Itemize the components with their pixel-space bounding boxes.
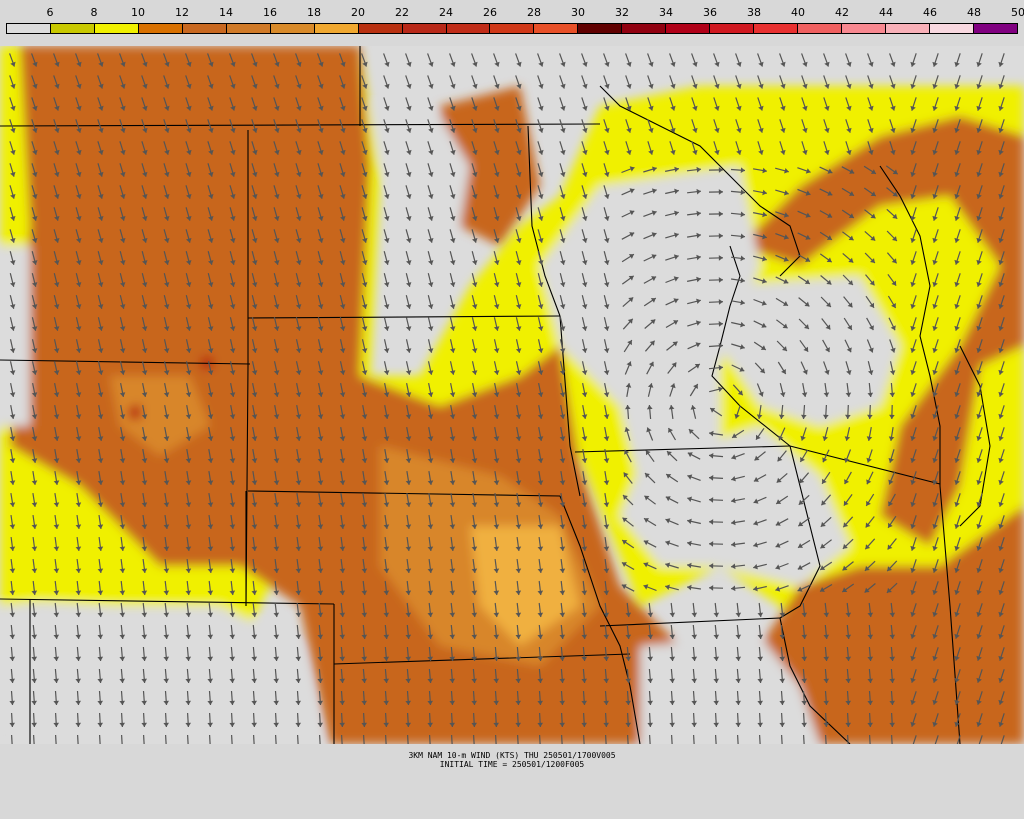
- legend-label: 30: [571, 6, 585, 19]
- legend-label: 48: [967, 6, 981, 19]
- legend-label: 50: [1011, 6, 1024, 19]
- legend-label: 12: [175, 6, 189, 19]
- legend-swatch: [534, 24, 579, 33]
- legend-swatch: [270, 24, 315, 33]
- legend-swatch: [710, 24, 755, 33]
- legend-swatch: [798, 24, 843, 33]
- legend-swatch: [973, 24, 1017, 33]
- legend-label: 38: [747, 6, 761, 19]
- legend-label: 26: [483, 6, 497, 19]
- legend-swatch: [490, 24, 535, 33]
- legend-label: 6: [46, 6, 54, 19]
- legend-swatch: [886, 24, 931, 33]
- wind-map: [0, 46, 1024, 744]
- legend-swatch: [94, 24, 139, 33]
- legend-swatch: [446, 24, 491, 33]
- legend-swatch: [622, 24, 667, 33]
- legend-swatch: [226, 24, 271, 33]
- legend-label: 8: [90, 6, 98, 19]
- caption-line-2: INITIAL TIME = 250501/1200F005: [439, 760, 585, 769]
- legend-label: 22: [395, 6, 409, 19]
- legend-swatch: [578, 24, 623, 33]
- legend-label: 20: [351, 6, 365, 19]
- legend-color-bar: [6, 23, 1018, 34]
- legend-label: 34: [659, 6, 673, 19]
- legend-swatch: [7, 24, 51, 33]
- legend-swatch: [358, 24, 403, 33]
- legend-label: 44: [879, 6, 893, 19]
- legend-swatch: [842, 24, 887, 33]
- caption-line-1: 3KM NAM 10-m WIND (KTS) THU 250501/1700V…: [408, 751, 616, 760]
- legend-swatch: [754, 24, 799, 33]
- legend-label: 28: [527, 6, 541, 19]
- legend-label: 24: [439, 6, 453, 19]
- legend-label: 18: [307, 6, 321, 19]
- legend-swatch: [666, 24, 711, 33]
- legend-label: 36: [703, 6, 717, 19]
- legend-swatch: [930, 24, 974, 33]
- legend-swatch: [314, 24, 359, 33]
- legend-swatch: [402, 24, 447, 33]
- legend-label: 16: [263, 6, 277, 19]
- legend-label: 14: [219, 6, 233, 19]
- legend-label: 46: [923, 6, 937, 19]
- map-caption: 3KM NAM 10-m WIND (KTS) THU 250501/1700V…: [0, 751, 1024, 769]
- legend-label: 42: [835, 6, 849, 19]
- legend-swatch: [182, 24, 227, 33]
- legend-labels: 6 8 10 12 14 16 18 20 22 24 26 28 30 32 34 36 38 40 42 44 46…: [0, 6, 1024, 22]
- legend-swatch: [50, 24, 95, 33]
- legend-label: 10: [131, 6, 145, 19]
- legend-label: 40: [791, 6, 805, 19]
- legend-swatch: [138, 24, 183, 33]
- wind-region: [0, 246, 30, 426]
- legend-label: 32: [615, 6, 629, 19]
